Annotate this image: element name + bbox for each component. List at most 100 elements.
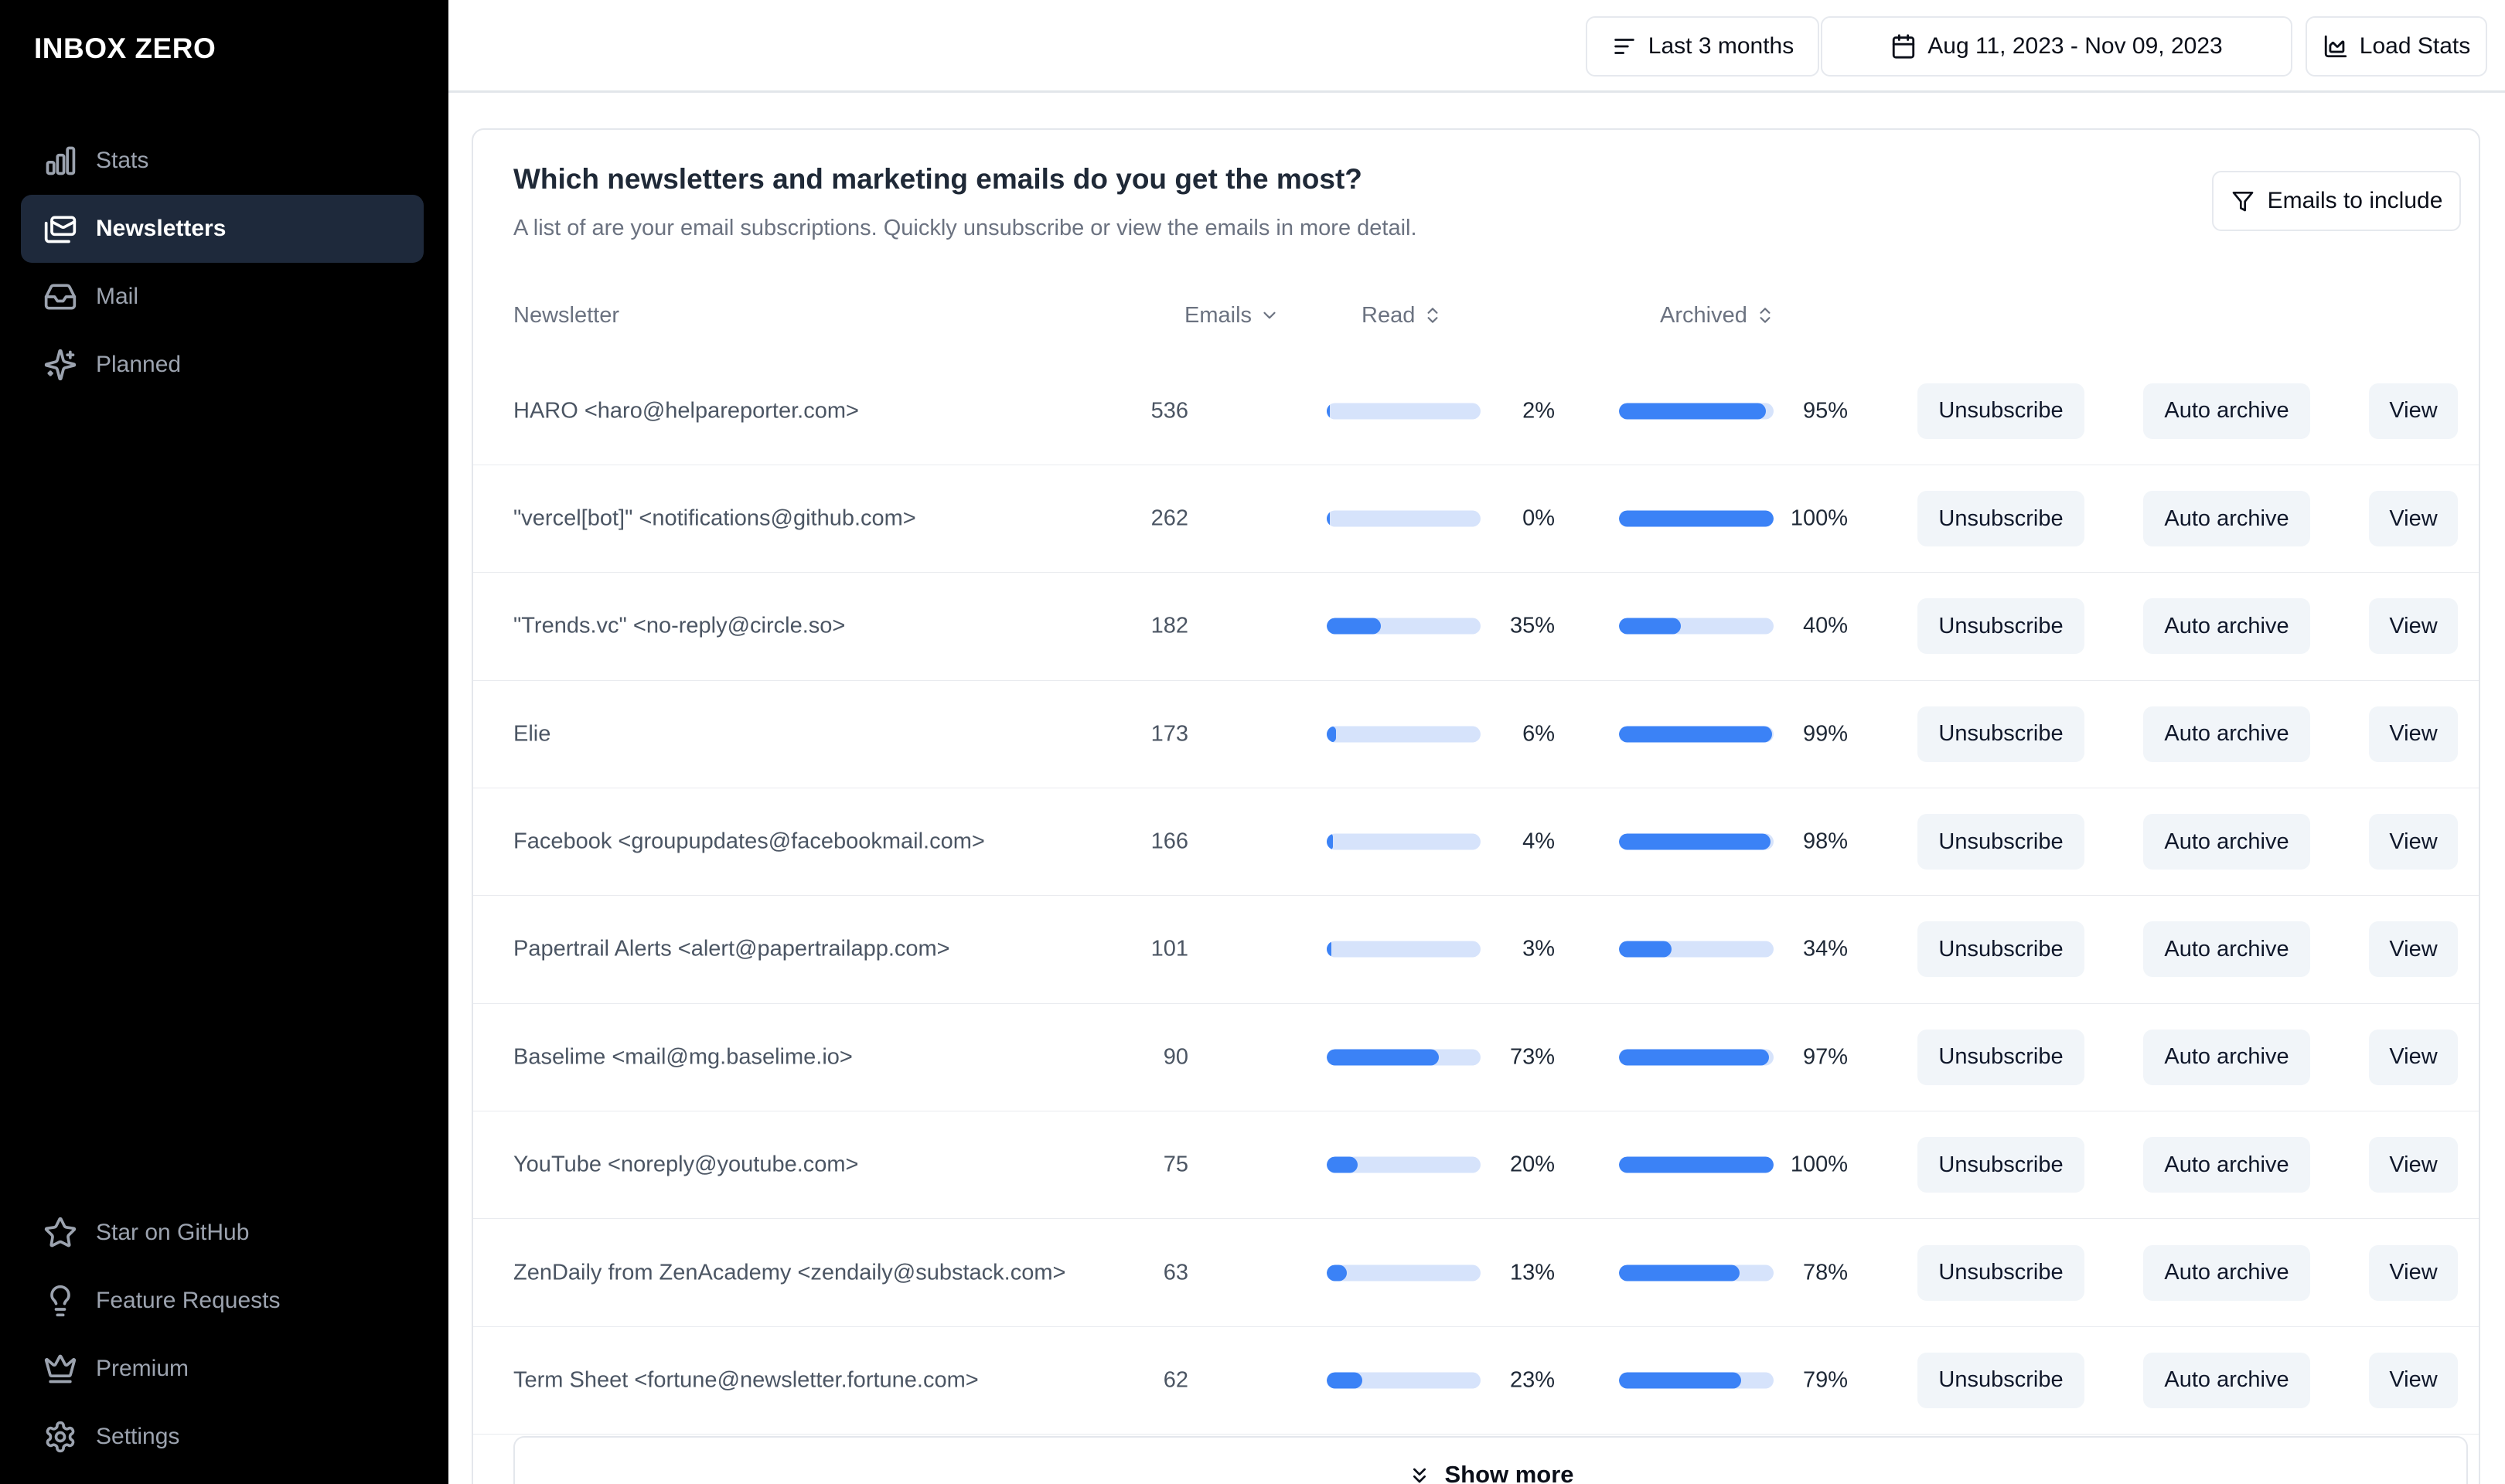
read-percent: 3%	[1522, 936, 1555, 962]
unsubscribe-button[interactable]: Unsubscribe	[1917, 598, 2084, 655]
load-stats-label: Load Stats	[2359, 33, 2471, 59]
sidebar-item-newsletters[interactable]: Newsletters	[21, 195, 424, 263]
auto-archive-button[interactable]: Auto archive	[2143, 921, 2310, 978]
archived-percent: 99%	[1802, 721, 1848, 747]
view-button[interactable]: View	[2369, 706, 2458, 762]
sidebar-item-label: Settings	[96, 1424, 180, 1449]
view-button[interactable]: View	[2369, 1029, 2458, 1085]
load-stats-button[interactable]: Load Stats	[2306, 16, 2487, 77]
topbar: Last 3 months Aug 11, 2023 - Nov 09, 202…	[448, 0, 2505, 93]
chevrons-up-down-icon	[1423, 305, 1443, 325]
date-range-picker-label: Aug 11, 2023 - Nov 09, 2023	[1927, 33, 2223, 59]
unsubscribe-button[interactable]: Unsubscribe	[1917, 1029, 2084, 1085]
sidebar-item-planned[interactable]: Planned	[21, 331, 424, 399]
archived-percent: 100%	[1790, 1152, 1848, 1177]
sidebar-item-premium[interactable]: Premium	[21, 1335, 424, 1403]
unsubscribe-button[interactable]: Unsubscribe	[1917, 706, 2084, 762]
email-count: 62	[1163, 1367, 1188, 1393]
auto-archive-button[interactable]: Auto archive	[2143, 1352, 2310, 1408]
table-row: HARO <haro@helpareporter.com> 536 2% 95%…	[473, 358, 2479, 465]
unsubscribe-button[interactable]: Unsubscribe	[1917, 921, 2084, 978]
view-button[interactable]: View	[2369, 598, 2458, 655]
auto-archive-button[interactable]: Auto archive	[2143, 1029, 2310, 1085]
sidebar-item-stats[interactable]: Stats	[21, 127, 424, 195]
table-row: Papertrail Alerts <alert@papertrailapp.c…	[473, 896, 2479, 1004]
auto-archive-button[interactable]: Auto archive	[2143, 598, 2310, 655]
read-progress-fill	[1327, 618, 1381, 635]
read-progress-fill	[1327, 1372, 1362, 1389]
column-header-archived[interactable]: Archived	[1660, 295, 1775, 335]
archived-progress-bar	[1619, 941, 1774, 958]
archived-progress-bar	[1619, 510, 1774, 527]
auto-archive-button[interactable]: Auto archive	[2143, 706, 2310, 762]
archived-progress-fill	[1619, 1049, 1769, 1066]
page-title: Which newsletters and marketing emails d…	[513, 163, 1362, 195]
auto-archive-button[interactable]: Auto archive	[2143, 814, 2310, 870]
view-button[interactable]: View	[2369, 1137, 2458, 1193]
archived-progress-bar	[1619, 1264, 1774, 1281]
table-row: Baselime <mail@mg.baselime.io> 90 73% 97…	[473, 1004, 2479, 1111]
sidebar-item-mail[interactable]: Mail	[21, 263, 424, 331]
unsubscribe-button[interactable]: Unsubscribe	[1917, 1137, 2084, 1193]
read-progress-bar	[1327, 1156, 1481, 1173]
date-range-preset-button[interactable]: Last 3 months	[1586, 16, 1819, 77]
archived-percent: 40%	[1802, 613, 1848, 638]
view-button[interactable]: View	[2369, 1352, 2458, 1408]
sidebar-item-star-on-github[interactable]: Star on GitHub	[21, 1199, 424, 1267]
view-button[interactable]: View	[2369, 1244, 2458, 1301]
archived-progress-fill	[1619, 833, 1771, 850]
read-percent: 73%	[1509, 1044, 1555, 1070]
view-button[interactable]: View	[2369, 491, 2458, 547]
auto-archive-button[interactable]: Auto archive	[2143, 491, 2310, 547]
lightbulb-icon	[43, 1284, 77, 1318]
read-progress-fill	[1327, 510, 1330, 527]
read-progress-bar	[1327, 510, 1481, 527]
archived-percent: 95%	[1802, 398, 1848, 424]
archived-progress-bar	[1619, 618, 1774, 635]
date-range-picker-button[interactable]: Aug 11, 2023 - Nov 09, 2023	[1821, 16, 2292, 77]
sidebar-item-settings[interactable]: Settings	[21, 1403, 424, 1471]
unsubscribe-button[interactable]: Unsubscribe	[1917, 491, 2084, 547]
unsubscribe-button[interactable]: Unsubscribe	[1917, 383, 2084, 439]
sidebar-item-label: Premium	[96, 1356, 189, 1381]
auto-archive-button[interactable]: Auto archive	[2143, 383, 2310, 439]
archived-progress-fill	[1619, 941, 1672, 958]
column-header-newsletter: Newsletter	[513, 302, 619, 328]
emails-to-include-button[interactable]: Emails to include	[2212, 171, 2461, 231]
unsubscribe-button[interactable]: Unsubscribe	[1917, 1244, 2084, 1301]
chevron-down-icon	[1259, 305, 1280, 325]
filter-lines-icon	[1611, 33, 1638, 60]
sidebar-item-feature-requests[interactable]: Feature Requests	[21, 1267, 424, 1335]
gear-icon	[43, 1420, 77, 1454]
sidebar-nav: Stats Newsletters Mail Planned	[0, 127, 448, 399]
archived-progress-fill	[1619, 726, 1772, 743]
read-progress-fill	[1327, 941, 1331, 958]
read-percent: 20%	[1509, 1152, 1555, 1177]
table-row: YouTube <noreply@youtube.com> 75 20% 100…	[473, 1111, 2479, 1220]
show-more-button[interactable]: Show more	[513, 1436, 2468, 1484]
view-button[interactable]: View	[2369, 921, 2458, 978]
sidebar-item-label: Feature Requests	[96, 1288, 281, 1313]
show-more-label: Show more	[1444, 1461, 1574, 1484]
email-count: 63	[1163, 1260, 1188, 1285]
email-count: 536	[1150, 398, 1188, 424]
read-progress-fill	[1327, 403, 1330, 420]
unsubscribe-button[interactable]: Unsubscribe	[1917, 814, 2084, 870]
column-header-emails[interactable]: Emails	[1184, 295, 1280, 335]
archived-percent: 79%	[1802, 1367, 1848, 1393]
column-header-read[interactable]: Read	[1362, 295, 1443, 335]
unsubscribe-button[interactable]: Unsubscribe	[1917, 1352, 2084, 1408]
table-row: "vercel[bot]" <notifications@github.com>…	[473, 465, 2479, 574]
sidebar-item-label: Star on GitHub	[96, 1220, 250, 1245]
view-button[interactable]: View	[2369, 383, 2458, 439]
auto-archive-button[interactable]: Auto archive	[2143, 1244, 2310, 1301]
email-count: 90	[1163, 1044, 1188, 1070]
newsletter-name: "vercel[bot]" <notifications@github.com>	[513, 505, 916, 531]
chevrons-up-down-icon	[1755, 305, 1775, 325]
sparkles-icon	[43, 348, 77, 382]
archived-percent: 100%	[1790, 505, 1848, 531]
auto-archive-button[interactable]: Auto archive	[2143, 1137, 2310, 1193]
read-percent: 2%	[1522, 398, 1555, 424]
app-logo[interactable]: INBOX ZERO	[34, 32, 216, 65]
view-button[interactable]: View	[2369, 814, 2458, 870]
